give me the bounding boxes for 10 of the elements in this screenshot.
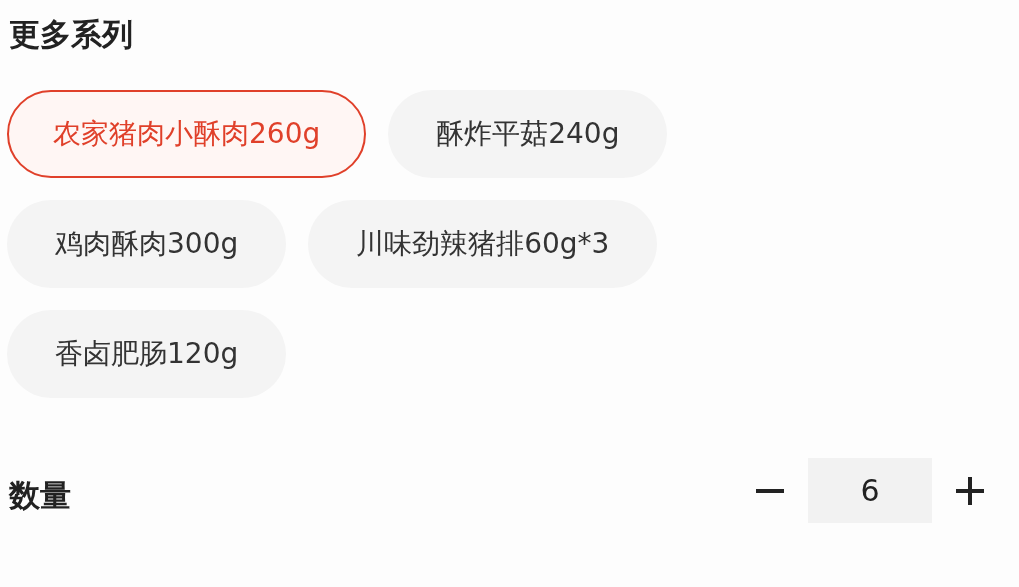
option-chip[interactable]: 农家猪肉小酥肉260g [7, 90, 367, 178]
option-chip[interactable]: 香卤肥肠120g [7, 310, 287, 398]
section-title: 更多系列 [9, 15, 133, 54]
option-chip[interactable]: 鸡肉酥肉300g [7, 200, 287, 288]
minus-icon [756, 488, 784, 493]
option-chip[interactable]: 川味劲辣猪排60g*3 [308, 200, 658, 288]
plus-icon [956, 476, 984, 505]
quantity-label: 数量 [9, 476, 71, 515]
option-chip[interactable]: 酥炸平菇240g [388, 90, 668, 178]
quantity-value[interactable]: 6 [808, 458, 932, 523]
